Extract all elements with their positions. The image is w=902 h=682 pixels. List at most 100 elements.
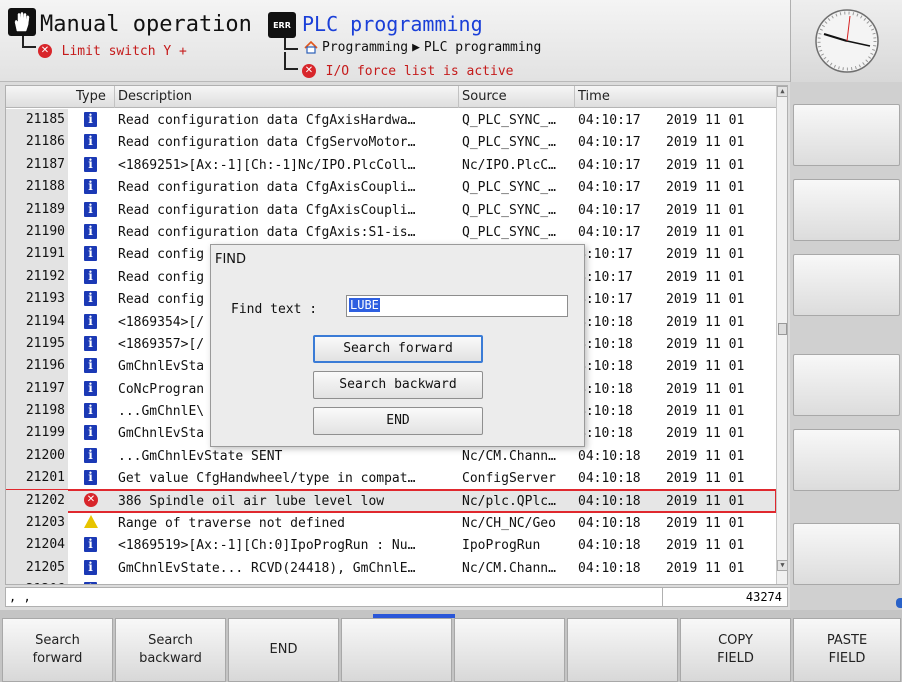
softkey-copy-field[interactable]: COPY FIELD: [680, 618, 791, 682]
mode-alert-text: Limit switch Y +: [61, 44, 187, 59]
softkey-search-backward[interactable]: Search backward: [115, 618, 226, 682]
softkey-search-forward[interactable]: Search forward: [2, 618, 113, 682]
softkey-end[interactable]: END: [228, 618, 339, 682]
row-source: Nc/CM.Chann…: [462, 583, 556, 584]
error-icon: ✕: [38, 43, 52, 58]
table-row[interactable]: 21189 i Read configuration data CfgAxisCou…: [6, 198, 776, 221]
find-text-value: LUBE: [349, 298, 380, 312]
table-row[interactable]: 21200 i ...GmChnlEvState SENT Nc/CM.Chann… 0…: [6, 444, 776, 468]
row-description: GmChnlEvSta: [118, 426, 205, 442]
table-row[interactable]: 21190 i Read configuration data CfgAxis:S1…: [6, 220, 776, 244]
row-date: 2019 11 01: [666, 404, 745, 420]
info-icon: i: [84, 380, 97, 396]
err-badge-icon: ERR: [268, 12, 296, 38]
status-left: , ,: [9, 590, 31, 604]
header-bar: Manual operation ✕ Limit switch Y + ERR …: [0, 0, 790, 82]
softkey-empty-5[interactable]: [454, 618, 565, 682]
row-date: 2019 11 01: [666, 336, 745, 352]
row-time: 04:10:17: [578, 157, 641, 173]
table-row[interactable]: 21203 Range of traverse not defined Nc/CH_…: [6, 512, 776, 535]
row-time: 04:10:17: [578, 113, 641, 128]
info-icon: i: [84, 447, 97, 463]
row-source: Q_PLC_SYNC_…: [462, 113, 556, 128]
row-source: Q_PLC_SYNC_…: [462, 202, 556, 218]
vertical-softkey-6[interactable]: [793, 523, 900, 585]
row-date: 2019 11 01: [666, 269, 745, 285]
col-header-source[interactable]: Source: [462, 89, 507, 104]
table-row[interactable]: 21201 i Get value CfgHandwheel/type in com…: [6, 467, 776, 490]
vertical-softkey-1[interactable]: [793, 104, 900, 166]
search-backward-button[interactable]: Search backward: [313, 371, 483, 399]
column-divider: [114, 86, 115, 108]
vertical-softkey-5[interactable]: [793, 429, 900, 491]
row-date: 2019 11 01: [666, 202, 745, 218]
row-description: Get value CfgHandwheel/type in compat…: [118, 471, 416, 487]
row-description: GmChnlEvSta: [118, 359, 205, 375]
breadcrumb-root[interactable]: Programming: [322, 40, 408, 55]
row-description: <1869354>[/: [118, 314, 205, 330]
search-forward-button[interactable]: Search forward: [313, 335, 483, 363]
row-source: ConfigServer: [462, 471, 556, 487]
softkey-paste-field[interactable]: PASTE FIELD: [793, 618, 901, 682]
row-date: 2019 11 01: [666, 493, 745, 509]
row-date: 2019 11 01: [666, 359, 745, 375]
row-number: 21195: [6, 332, 68, 356]
row-description: Read config: [118, 247, 205, 263]
col-header-description[interactable]: Description: [118, 89, 192, 104]
row-date: 2019 11 01: [666, 560, 745, 576]
clock-panel: [790, 0, 902, 82]
branch-line: [284, 38, 298, 50]
table-row[interactable]: 21187 i <1869251>[Ax:-1][Ch:-1]Nc/IPO.PlcC…: [6, 153, 776, 177]
table-row[interactable]: 21188 i Read configuration data CfgAxisCou…: [6, 176, 776, 199]
row-time: 4:10:18: [578, 359, 633, 375]
find-text-input[interactable]: LUBE: [346, 295, 568, 317]
row-number: 21205: [6, 556, 68, 580]
vertical-softkey-3[interactable]: [793, 254, 900, 316]
softkey-empty-6[interactable]: [567, 618, 678, 682]
row-time: 04:10:17: [578, 224, 641, 240]
row-number: 21192: [6, 265, 68, 289]
breadcrumb: Programming ▶ PLC programming: [304, 40, 541, 55]
row-source: Nc/plc.QPlc…: [462, 493, 556, 509]
table-row[interactable]: 21205 i GmChnlEvState... RCVD(24418), GmCh…: [6, 556, 776, 580]
vertical-scrollbar[interactable]: ▲ ▼: [776, 86, 787, 584]
col-header-type[interactable]: Type: [76, 89, 106, 104]
dialog-title: FIND: [215, 252, 247, 267]
row-time: 04:10:18: [578, 516, 641, 532]
table-row[interactable]: 21204 i <1869519>[Ax:-1][Ch:0]IpoProgRun :…: [6, 534, 776, 557]
row-source: Nc/IPO.PlcC…: [462, 157, 556, 173]
row-description: ...GmChnlE\: [118, 404, 205, 420]
row-time: 4:10:18: [578, 336, 633, 352]
scroll-thumb[interactable]: [778, 323, 787, 335]
info-icon: i: [84, 246, 97, 262]
row-date: 2019 11 01: [666, 583, 744, 584]
table-header: Type Description Source Time: [6, 86, 776, 108]
row-number: 21185: [6, 109, 68, 132]
status-bar: , , 43274: [5, 587, 788, 607]
row-number: 21203: [6, 512, 68, 535]
row-description: ...GmChnlEvState SENT: [118, 583, 282, 584]
find-dialog: FIND Find text : LUBE Search forward Sea…: [210, 244, 585, 447]
table-row[interactable]: 21206 i ...GmChnlEvState SENT Nc/CM.Chann… 0…: [6, 579, 776, 584]
table-row[interactable]: 21186 i Read configuration data CfgServoMo…: [6, 131, 776, 154]
softkey-empty-4[interactable]: [341, 618, 452, 682]
scroll-up-icon[interactable]: ▲: [777, 86, 787, 97]
row-date: 2019 11 01: [666, 157, 745, 173]
row-number: 21194: [6, 310, 68, 333]
row-source: Q_PLC_SYNC_…: [462, 224, 556, 240]
table-row[interactable]: 21185 i Read configuration data CfgAxisHar…: [6, 109, 776, 132]
col-header-time[interactable]: Time: [578, 89, 610, 104]
scroll-down-icon[interactable]: ▼: [777, 560, 787, 571]
vertical-softkey-2[interactable]: [793, 179, 900, 241]
row-number: 21204: [6, 534, 68, 557]
vertical-softkey-4[interactable]: [793, 354, 900, 416]
column-divider: [458, 86, 459, 108]
info-icon: i: [84, 156, 97, 172]
column-divider: [574, 86, 575, 108]
table-row[interactable]: 21202 ✕ 386 Spindle oil air lube level low…: [6, 488, 777, 514]
mode-alert: ✕ Limit switch Y +: [38, 40, 187, 59]
row-description: Read configuration data CfgAxis:S1-is…: [118, 224, 416, 240]
home-icon: [304, 40, 318, 54]
end-button[interactable]: END: [313, 407, 483, 435]
row-time: 04:10:17: [578, 202, 641, 218]
